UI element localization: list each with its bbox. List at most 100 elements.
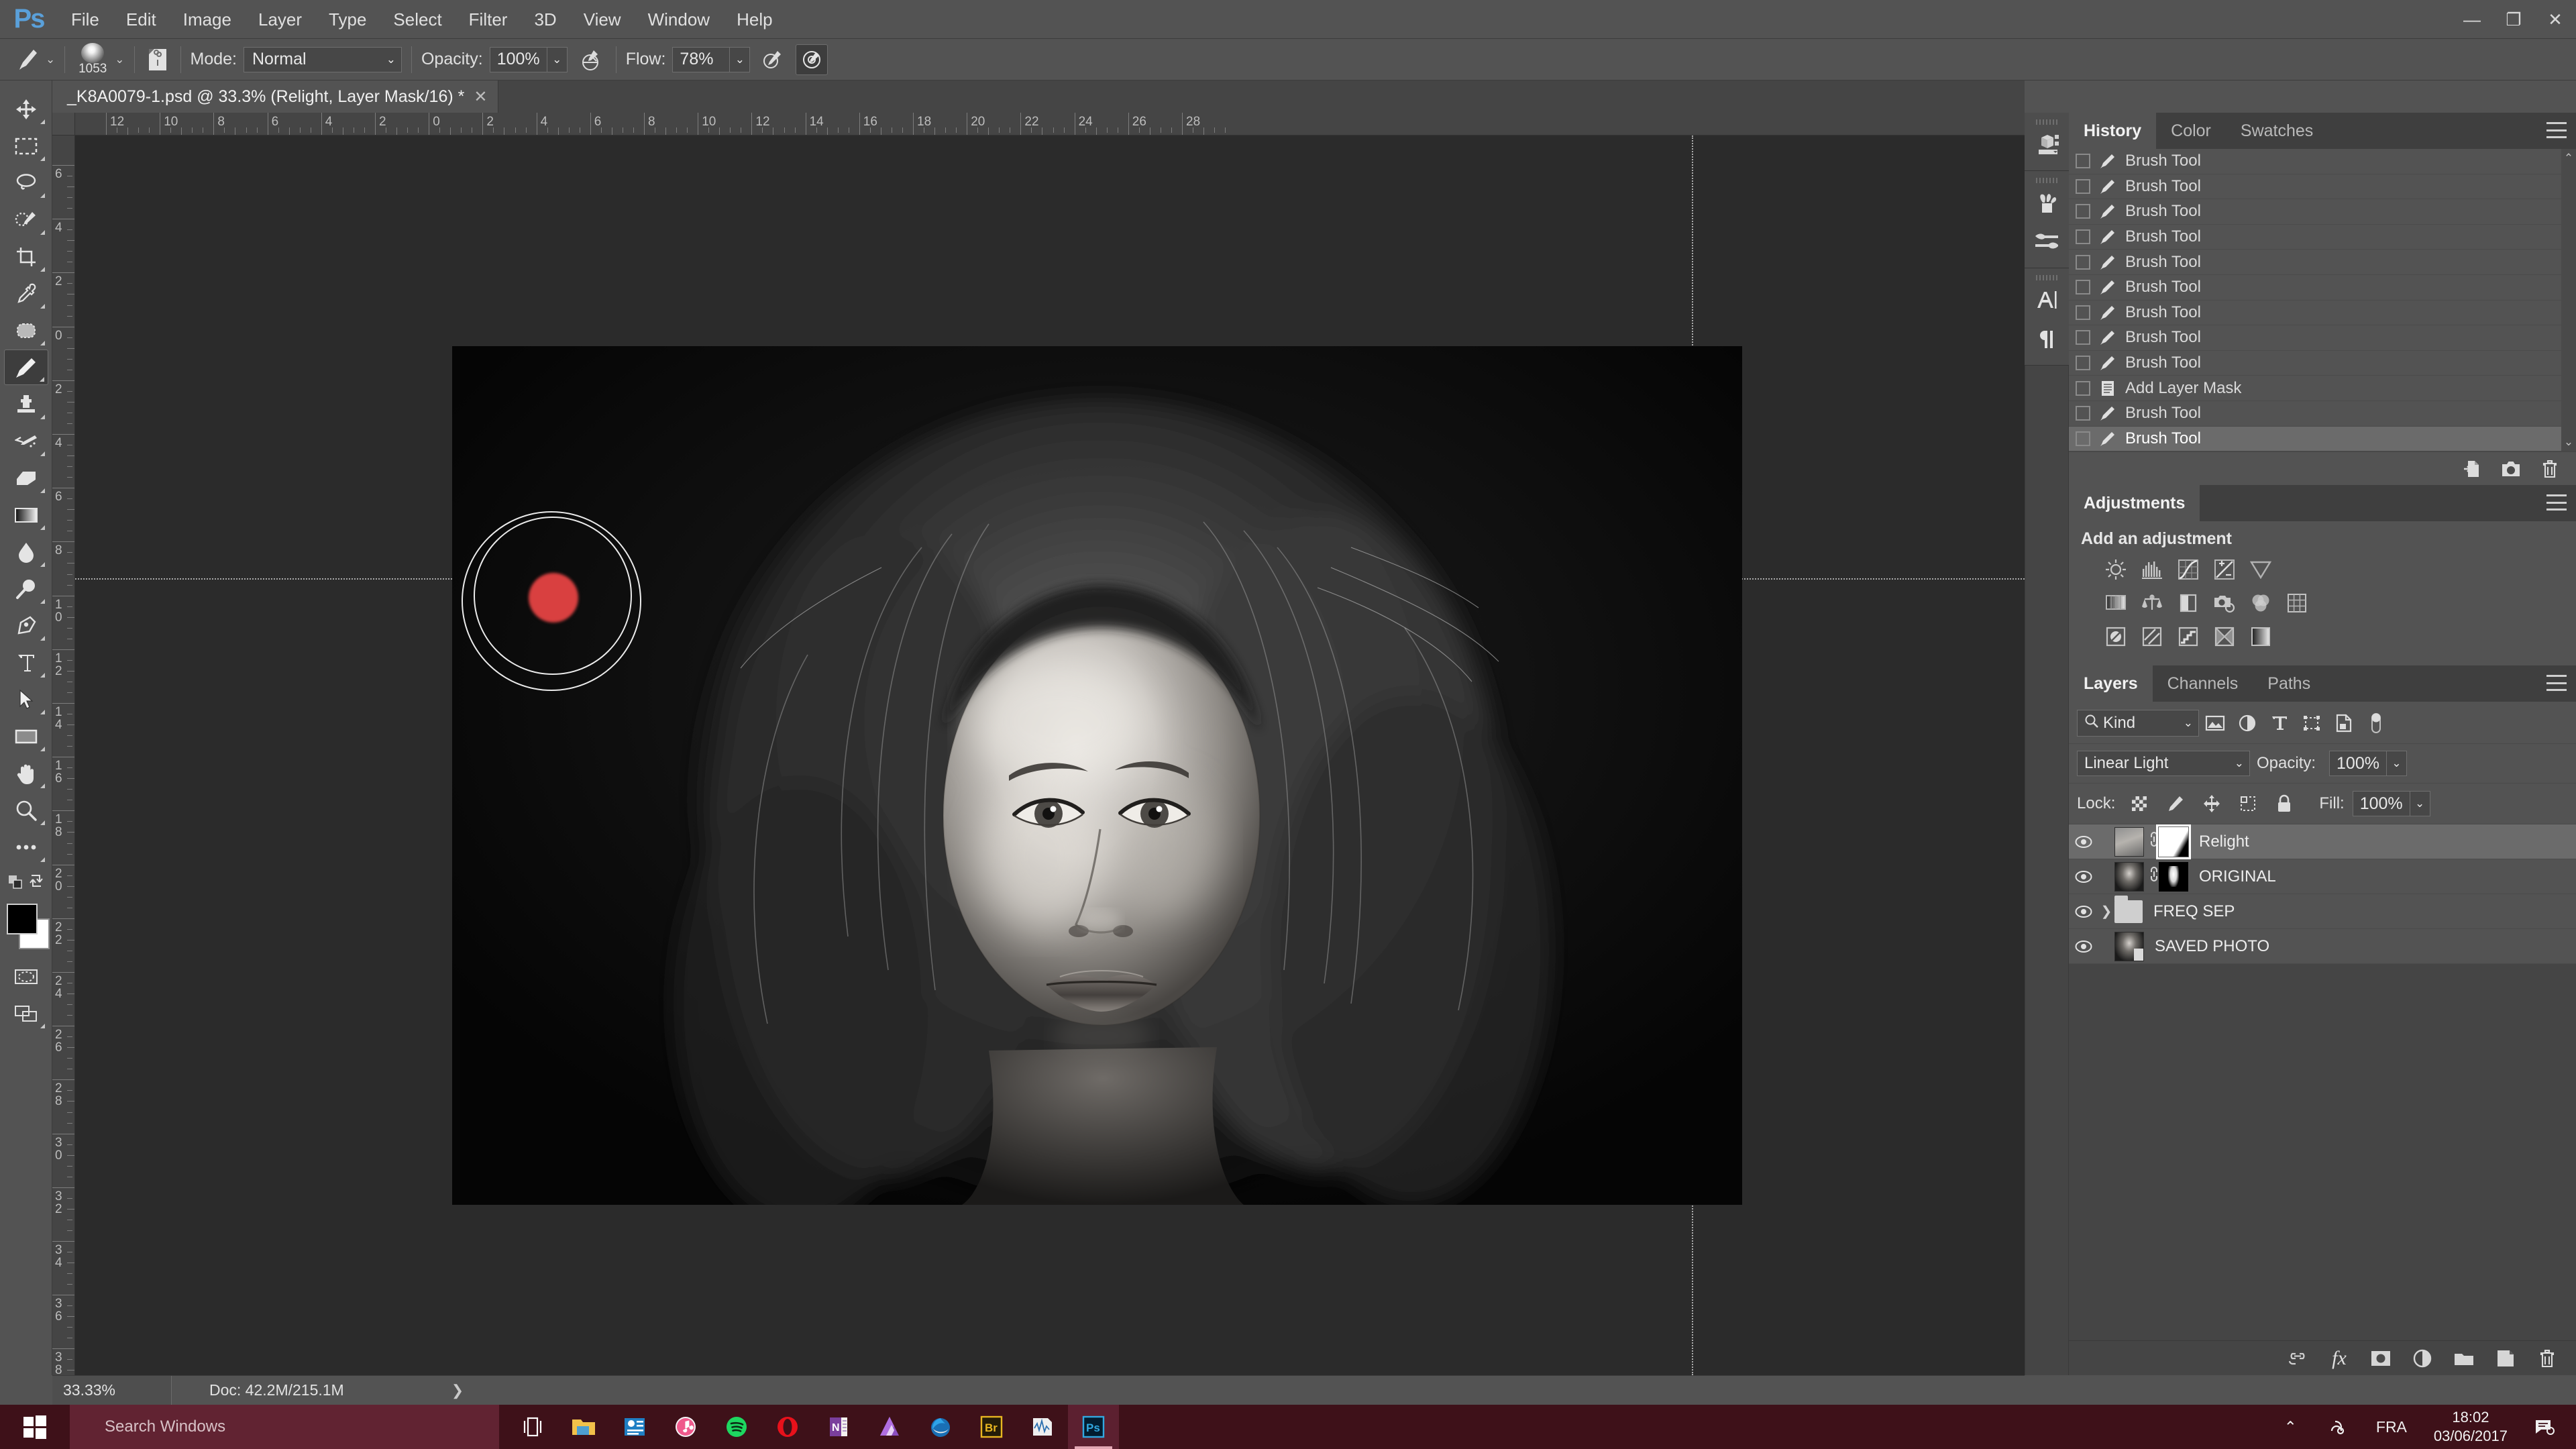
- tab-adjustments[interactable]: Adjustments: [2069, 485, 2200, 522]
- chevron-down-icon[interactable]: ⌄: [2409, 792, 2430, 816]
- close-button[interactable]: ✕: [2534, 0, 2576, 39]
- settings-app-icon[interactable]: [609, 1405, 660, 1449]
- layer-list[interactable]: Relight ORIGINAL ❯ FREQ SEP SAVED PHOTO: [2069, 824, 2576, 965]
- menu-view[interactable]: View: [570, 0, 635, 39]
- history-entry[interactable]: Brush Tool: [2069, 301, 2576, 326]
- layer-name[interactable]: ORIGINAL: [2188, 867, 2276, 886]
- layer-row[interactable]: ❯ FREQ SEP: [2069, 894, 2576, 930]
- tab-paths[interactable]: Paths: [2253, 665, 2326, 702]
- action-center-icon[interactable]: [2520, 1405, 2569, 1449]
- rectangular-marquee-tool[interactable]: [4, 128, 48, 164]
- chevron-down-icon[interactable]: ⌄: [729, 47, 749, 72]
- quick-selection-tool[interactable]: [4, 202, 48, 237]
- ruler-origin[interactable]: [52, 113, 75, 136]
- status-expand-icon[interactable]: ❯: [451, 1382, 464, 1399]
- spot-healing-brush-tool[interactable]: [4, 313, 48, 348]
- vibrance-icon[interactable]: [2246, 555, 2275, 584]
- levels-icon[interactable]: [2137, 555, 2167, 584]
- history-snapshot-checkbox[interactable]: [2076, 305, 2090, 320]
- invert-icon[interactable]: [2101, 623, 2131, 651]
- foreground-color-swatch[interactable]: [6, 904, 38, 934]
- menu-help[interactable]: Help: [723, 0, 786, 39]
- hue-saturation-icon[interactable]: [2101, 589, 2131, 617]
- tab-history[interactable]: History: [2069, 113, 2157, 149]
- panel-menu-icon[interactable]: [2546, 122, 2567, 138]
- layer-visibility-eye-icon[interactable]: [2069, 940, 2098, 953]
- color-balance-icon[interactable]: [2137, 589, 2167, 617]
- flow-field[interactable]: 78% ⌄: [672, 46, 751, 72]
- onenote-icon[interactable]: N: [813, 1405, 864, 1449]
- threshold-icon[interactable]: [2174, 623, 2203, 651]
- panel-menu-icon[interactable]: [2546, 494, 2567, 511]
- lock-transparent-pixels-icon[interactable]: [2123, 789, 2155, 818]
- layer-fill-field[interactable]: 100% ⌄: [2352, 791, 2430, 817]
- filter-adjustment-layers-icon[interactable]: [2231, 708, 2263, 738]
- link-layers-icon[interactable]: [2286, 1347, 2309, 1370]
- edit-toolbar-tool[interactable]: [4, 829, 48, 865]
- exposure-icon[interactable]: [2210, 555, 2239, 584]
- tab-channels[interactable]: Channels: [2152, 665, 2253, 702]
- brush-presets-icon[interactable]: [2027, 183, 2066, 222]
- pen-tool[interactable]: [4, 608, 48, 643]
- history-snapshot-checkbox[interactable]: [2076, 229, 2090, 245]
- menu-file[interactable]: File: [58, 0, 113, 39]
- document-image[interactable]: [452, 346, 1742, 1205]
- file-explorer-icon[interactable]: [558, 1405, 609, 1449]
- screen-mode-icon[interactable]: [4, 996, 48, 1031]
- eyedropper-tool[interactable]: [4, 276, 48, 311]
- menu-select[interactable]: Select: [380, 0, 455, 39]
- gradient-tool[interactable]: [4, 497, 48, 533]
- layer-opacity-field[interactable]: 100% ⌄: [2329, 751, 2407, 777]
- history-entry[interactable]: Brush Tool: [2069, 351, 2576, 376]
- dodge-tool[interactable]: [4, 571, 48, 606]
- opera-icon[interactable]: [762, 1405, 813, 1449]
- menu-layer[interactable]: Layer: [245, 0, 315, 39]
- layer-mask-link-icon[interactable]: [2144, 865, 2159, 888]
- curves-icon[interactable]: [2174, 555, 2203, 584]
- menu-3d[interactable]: 3D: [521, 0, 570, 39]
- menu-type[interactable]: Type: [315, 0, 380, 39]
- history-entry-list[interactable]: Brush Tool Brush Tool Brush Tool Brush Tool…: [2069, 149, 2576, 452]
- language-indicator[interactable]: FRA: [2361, 1405, 2422, 1449]
- new-group-icon[interactable]: [2453, 1347, 2475, 1370]
- delete-state-icon[interactable]: [2538, 458, 2561, 480]
- brush-tool[interactable]: [3, 350, 48, 385]
- tab-layers[interactable]: Layers: [2069, 665, 2153, 702]
- default-colors-and-swap[interactable]: [4, 866, 48, 896]
- canvas-workspace[interactable]: [75, 136, 2025, 1375]
- affinity-photo-icon[interactable]: [864, 1405, 915, 1449]
- chevron-down-icon[interactable]: ⌄: [2385, 751, 2406, 776]
- layer-row[interactable]: SAVED PHOTO: [2069, 929, 2576, 965]
- history-entry[interactable]: Brush Tool: [2069, 199, 2576, 225]
- new-layer-icon[interactable]: [2494, 1347, 2517, 1370]
- color-swatches[interactable]: [4, 901, 50, 959]
- blur-tool[interactable]: [4, 534, 48, 570]
- color-lookup-icon[interactable]: [2282, 589, 2312, 617]
- lock-image-pixels-icon[interactable]: [2159, 789, 2192, 818]
- hand-tool[interactable]: [4, 755, 48, 791]
- channel-mixer-icon[interactable]: [2246, 589, 2275, 617]
- new-adjustment-layer-icon[interactable]: [2411, 1347, 2434, 1370]
- type-tool[interactable]: [4, 645, 48, 680]
- brush-preset-chevron-icon[interactable]: ⌄: [46, 53, 55, 66]
- layer-mask-thumbnail[interactable]: [2159, 861, 2188, 892]
- filter-pixel-layers-icon[interactable]: [2199, 708, 2231, 738]
- layer-mask-link-icon[interactable]: [2144, 830, 2159, 853]
- rectangle-tool[interactable]: [4, 718, 48, 754]
- path-selection-tool[interactable]: [4, 682, 48, 717]
- zoom-level[interactable]: 33.33%: [52, 1375, 172, 1405]
- filter-smart-objects-icon[interactable]: [2328, 708, 2360, 738]
- brightness-contrast-icon[interactable]: [2101, 555, 2131, 584]
- layer-thumbnail[interactable]: [2114, 826, 2144, 857]
- paragraph-panel-icon[interactable]: [2027, 319, 2066, 358]
- layer-name[interactable]: SAVED PHOTO: [2144, 937, 2269, 956]
- layer-visibility-eye-icon[interactable]: [2069, 870, 2098, 883]
- panel-menu-icon[interactable]: [2546, 675, 2567, 692]
- gradient-map-icon[interactable]: [2246, 623, 2275, 651]
- filter-toggle-switch[interactable]: [2360, 708, 2392, 738]
- history-entry[interactable]: Brush Tool: [2069, 149, 2576, 174]
- history-snapshot-checkbox[interactable]: [2076, 406, 2090, 421]
- itunes-icon[interactable]: [660, 1405, 711, 1449]
- brush-size-preview[interactable]: 1053: [74, 42, 111, 76]
- history-brush-tool[interactable]: [4, 423, 48, 459]
